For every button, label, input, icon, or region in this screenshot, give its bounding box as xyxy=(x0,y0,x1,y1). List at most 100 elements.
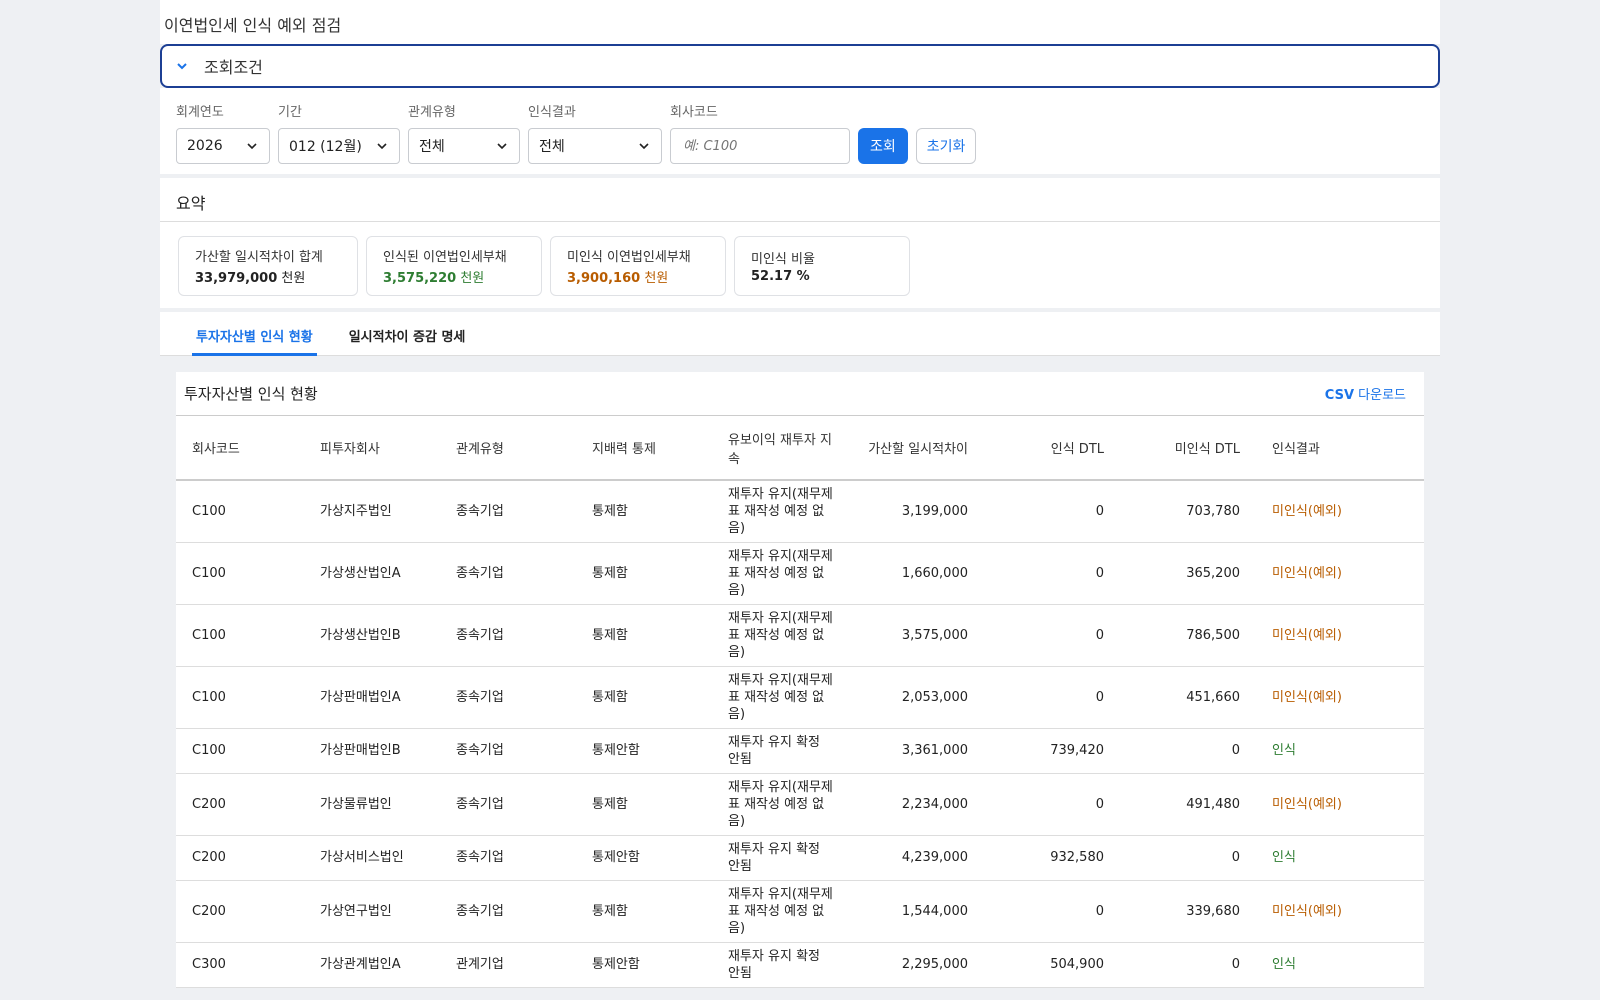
cell-taxable-difference: 2,234,000 xyxy=(852,773,984,836)
cell-control: 통제함 xyxy=(576,880,712,943)
fiscal-year-select[interactable]: 2026 xyxy=(176,128,270,164)
cell-recognized-dtl: 0 xyxy=(984,666,1120,729)
cell-control: 통제안함 xyxy=(576,835,712,881)
cell-taxable-difference: 3,575,000 xyxy=(852,604,984,667)
col-control[interactable]: 지배력 통제 xyxy=(576,416,712,481)
csv-download-link[interactable]: CSV 다운로드 xyxy=(1325,384,1406,403)
cell-taxable-difference: 2,053,000 xyxy=(852,666,984,729)
tab-difference-details[interactable]: 일시적차이 증감 명세 xyxy=(345,312,470,356)
cell-reinvestment: 재투자 유지(재무제표 재작성 예정 없음) xyxy=(712,604,852,667)
col-investee[interactable]: 피투자회사 xyxy=(304,416,440,481)
col-unrecognized-dtl[interactable]: 미인식 DTL xyxy=(1120,416,1256,481)
cell-result: 인식 xyxy=(1256,942,1424,988)
cell-company-code: C200 xyxy=(176,773,304,836)
cell-relation-type: 종속기업 xyxy=(440,835,576,881)
recognition-result-select[interactable]: 전체 xyxy=(528,128,662,164)
table-row[interactable]: C100 가상판매법인B 종속기업 통제안함 재투자 유지 확정 안됨 3,361,000… xyxy=(176,728,1424,774)
table-row[interactable]: C100 가상생산법인B 종속기업 통제함 재투자 유지(재무제표 재작성 예정 없음)… xyxy=(176,604,1424,667)
summary-cards: 가산할 일시적차이 합계 33,979,000 천원 인식된 이연법인세부채 3… xyxy=(160,222,1440,308)
cell-company-code: C100 xyxy=(176,480,304,543)
cell-control: 통제함 xyxy=(576,604,712,667)
fiscal-year-label: 회계연도 xyxy=(176,105,224,120)
period-select[interactable]: 012 (12월) xyxy=(278,128,400,164)
tab-investment-status[interactable]: 투자자산별 인식 현황 xyxy=(192,312,317,356)
company-code-input[interactable] xyxy=(670,128,850,164)
card-label: 미인식 비율 xyxy=(751,252,815,267)
cell-result: 미인식(예외) xyxy=(1256,773,1424,836)
cell-result: 미인식(예외) xyxy=(1256,604,1424,667)
col-relation-type[interactable]: 관계유형 xyxy=(440,416,576,481)
investment-table: 회사코드 피투자회사 관계유형 지배력 통제 유보이익 재투자 지속 가산할 일… xyxy=(176,416,1424,988)
cell-investee: 가상관계법인A xyxy=(304,942,440,988)
relation-type-select[interactable]: 전체 xyxy=(408,128,520,164)
cell-investee: 가상서비스법인 xyxy=(304,835,440,881)
summary-header: 요약 xyxy=(160,178,1440,222)
card-value: 52.17 % xyxy=(751,269,810,284)
period-field: 기간 012 (12월) xyxy=(278,101,400,164)
table-row[interactable]: C100 가상지주법인 종속기업 통제함 재투자 유지(재무제표 재작성 예정 없음) 3… xyxy=(176,480,1424,543)
table-header-row: 회사코드 피투자회사 관계유형 지배력 통제 유보이익 재투자 지속 가산할 일… xyxy=(176,416,1424,481)
conditions-toggle[interactable]: 조회조건 xyxy=(160,44,1440,88)
grid-header: 투자자산별 인식 현황 CSV 다운로드 xyxy=(176,372,1424,416)
cell-taxable-difference: 4,239,000 xyxy=(852,835,984,881)
tab-bar: 투자자산별 인식 현황 일시적차이 증감 명세 xyxy=(160,312,1440,356)
cell-relation-type: 관계기업 xyxy=(440,942,576,988)
period-label: 기간 xyxy=(278,105,302,120)
cell-taxable-difference: 1,544,000 xyxy=(852,880,984,943)
cell-company-code: C100 xyxy=(176,666,304,729)
cell-recognized-dtl: 504,900 xyxy=(984,942,1120,988)
col-company-code[interactable]: 회사코드 xyxy=(176,416,304,481)
cell-reinvestment: 재투자 유지 확정 안됨 xyxy=(712,728,852,774)
cell-unrecognized-dtl: 365,200 xyxy=(1120,542,1256,605)
col-recognized-dtl[interactable]: 인식 DTL xyxy=(984,416,1120,481)
cell-investee: 가상지주법인 xyxy=(304,480,440,543)
cell-recognized-dtl: 0 xyxy=(984,880,1120,943)
cell-unrecognized-dtl: 0 xyxy=(1120,728,1256,774)
cell-control: 통제함 xyxy=(576,773,712,836)
cell-unrecognized-dtl: 703,780 xyxy=(1120,480,1256,543)
col-taxable-difference[interactable]: 가산할 일시적차이 xyxy=(852,416,984,481)
cell-taxable-difference: 2,295,000 xyxy=(852,942,984,988)
chevron-down-icon xyxy=(639,143,649,150)
summary-card-recognized-dtl: 인식된 이연법인세부채 3,575,220 천원 xyxy=(366,236,542,296)
search-button[interactable]: 조회 xyxy=(858,128,908,164)
cell-company-code: C100 xyxy=(176,542,304,605)
cell-reinvestment: 재투자 유지(재무제표 재작성 예정 없음) xyxy=(712,480,852,543)
cell-reinvestment: 재투자 유지(재무제표 재작성 예정 없음) xyxy=(712,666,852,729)
table-body: C100 가상지주법인 종속기업 통제함 재투자 유지(재무제표 재작성 예정 없음) 3… xyxy=(176,480,1424,988)
cell-relation-type: 종속기업 xyxy=(440,773,576,836)
table-row[interactable]: C200 가상연구법인 종속기업 통제함 재투자 유지(재무제표 재작성 예정 없음) 1… xyxy=(176,880,1424,943)
reset-button[interactable]: 초기화 xyxy=(915,128,977,164)
table-row[interactable]: C100 가상생산법인A 종속기업 통제함 재투자 유지(재무제표 재작성 예정 없음)… xyxy=(176,542,1424,605)
chevron-down-icon xyxy=(177,63,187,70)
cell-company-code: C200 xyxy=(176,835,304,881)
relation-type-field: 관계유형 전체 xyxy=(408,101,520,164)
cell-control: 통제함 xyxy=(576,480,712,543)
cell-control: 통제안함 xyxy=(576,942,712,988)
chevron-down-icon xyxy=(377,143,387,150)
grid-panel: 투자자산별 인식 현황 CSV 다운로드 회사코드 피투자회사 관계유형 지배력… xyxy=(176,372,1424,988)
cell-control: 통제함 xyxy=(576,542,712,605)
cell-unrecognized-dtl: 786,500 xyxy=(1120,604,1256,667)
cell-investee: 가상판매법인B xyxy=(304,728,440,774)
table-row[interactable]: C300 가상관계법인A 관계기업 통제안함 재투자 유지 확정 안됨 2,295,000… xyxy=(176,942,1424,988)
cell-company-code: C300 xyxy=(176,942,304,988)
cell-investee: 가상생산법인B xyxy=(304,604,440,667)
cell-reinvestment: 재투자 유지 확정 안됨 xyxy=(712,942,852,988)
cell-relation-type: 종속기업 xyxy=(440,604,576,667)
col-reinvestment[interactable]: 유보이익 재투자 지속 xyxy=(712,416,852,481)
cell-relation-type: 종속기업 xyxy=(440,480,576,543)
table-row[interactable]: C200 가상서비스법인 종속기업 통제안함 재투자 유지 확정 안됨 4,239,000… xyxy=(176,835,1424,881)
card-value: 3,575,220 천원 xyxy=(383,271,485,286)
table-row[interactable]: C200 가상물류법인 종속기업 통제함 재투자 유지(재무제표 재작성 예정 없음) 2… xyxy=(176,773,1424,836)
col-result[interactable]: 인식결과 xyxy=(1256,416,1424,481)
recognition-result-value: 전체 xyxy=(539,139,565,155)
relation-type-label: 관계유형 xyxy=(408,105,456,120)
filter-bar: 회계연도 2026 기간 012 (12월) 관계유형 전체 인식결과 전체 회… xyxy=(160,88,1440,174)
card-label: 인식된 이연법인세부채 xyxy=(383,250,507,265)
cell-recognized-dtl: 932,580 xyxy=(984,835,1120,881)
table-row[interactable]: C100 가상판매법인A 종속기업 통제함 재투자 유지(재무제표 재작성 예정 없음)… xyxy=(176,666,1424,729)
cell-reinvestment: 재투자 유지(재무제표 재작성 예정 없음) xyxy=(712,542,852,605)
relation-type-value: 전체 xyxy=(419,139,445,155)
cell-investee: 가상판매법인A xyxy=(304,666,440,729)
